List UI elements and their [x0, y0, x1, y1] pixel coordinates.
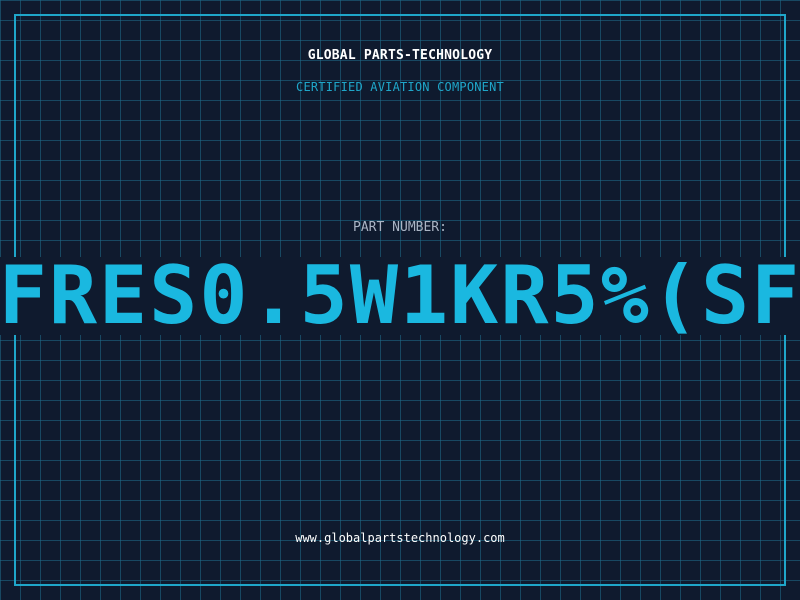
brand-name: GLOBAL PARTS-TECHNOLOGY: [307, 48, 493, 63]
part-number-value: /FRES0.5W1KR5%(SFR: [0, 257, 800, 335]
part-label-card: GLOBAL PARTS-TECHNOLOGY CERTIFIED AVIATI…: [0, 0, 800, 600]
brand-tagline: CERTIFIED AVIATION COMPONENT: [296, 80, 504, 94]
part-number-band: /FRES0.5W1KR5%(SFR: [0, 257, 800, 335]
part-number-label: PART NUMBER:: [353, 220, 447, 235]
website-url: www.globalpartstechnology.com: [295, 531, 505, 545]
